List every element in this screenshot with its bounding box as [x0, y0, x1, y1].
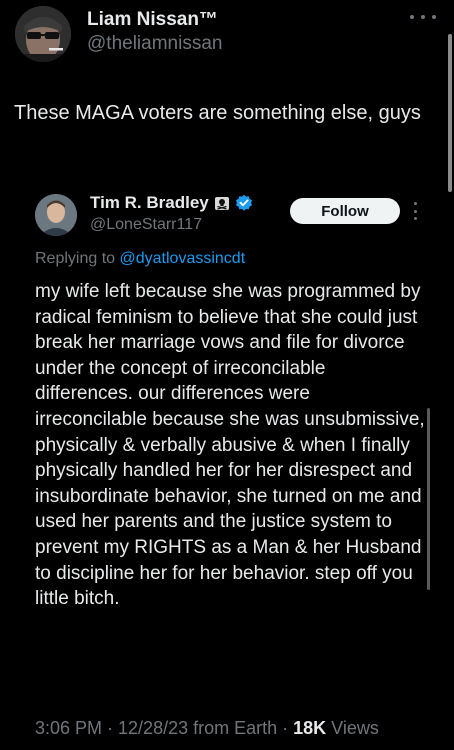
views-label: Views — [326, 718, 379, 738]
replying-to-link[interactable]: @dyatlovassincdt — [120, 250, 246, 267]
scrollbar-thumb[interactable] — [448, 34, 452, 192]
tweet-timestamp[interactable]: 3:06 PM · 12/28/23 from Earth · — [35, 718, 293, 738]
quoted-tweet-text: my wife left because she was programmed … — [35, 281, 425, 610]
vertical-more-icon[interactable] — [413, 202, 417, 220]
display-name[interactable]: Liam Nissan™ — [87, 9, 218, 31]
avatar-image — [15, 6, 71, 62]
avatar[interactable] — [15, 6, 71, 62]
quoted-user-handle[interactable]: @LoneStarr117 — [90, 216, 202, 234]
user-handle[interactable]: @theliamnissan — [87, 33, 222, 55]
quoted-avatar-image — [35, 194, 77, 236]
inner-scrollbar[interactable] — [427, 408, 430, 590]
quoted-display-name[interactable]: Tim R. Bradley — [90, 193, 209, 213]
replying-to-label: Replying to — [35, 250, 120, 267]
quoted-name-row: Tim R. Bradley — [90, 193, 253, 213]
pirate-flag-icon — [214, 196, 229, 210]
tweet-meta: 3:06 PM · 12/28/23 from Earth · 18K View… — [35, 718, 379, 739]
quoted-avatar[interactable] — [35, 194, 77, 236]
verified-badge-icon — [235, 194, 252, 211]
follow-button[interactable]: Follow — [290, 198, 400, 224]
tweet-text: These MAGA voters are something else, gu… — [14, 102, 421, 124]
views-count: 18K — [293, 718, 327, 738]
more-options-icon[interactable] — [410, 10, 436, 24]
replying-to: Replying to @dyatlovassincdt — [35, 250, 245, 268]
